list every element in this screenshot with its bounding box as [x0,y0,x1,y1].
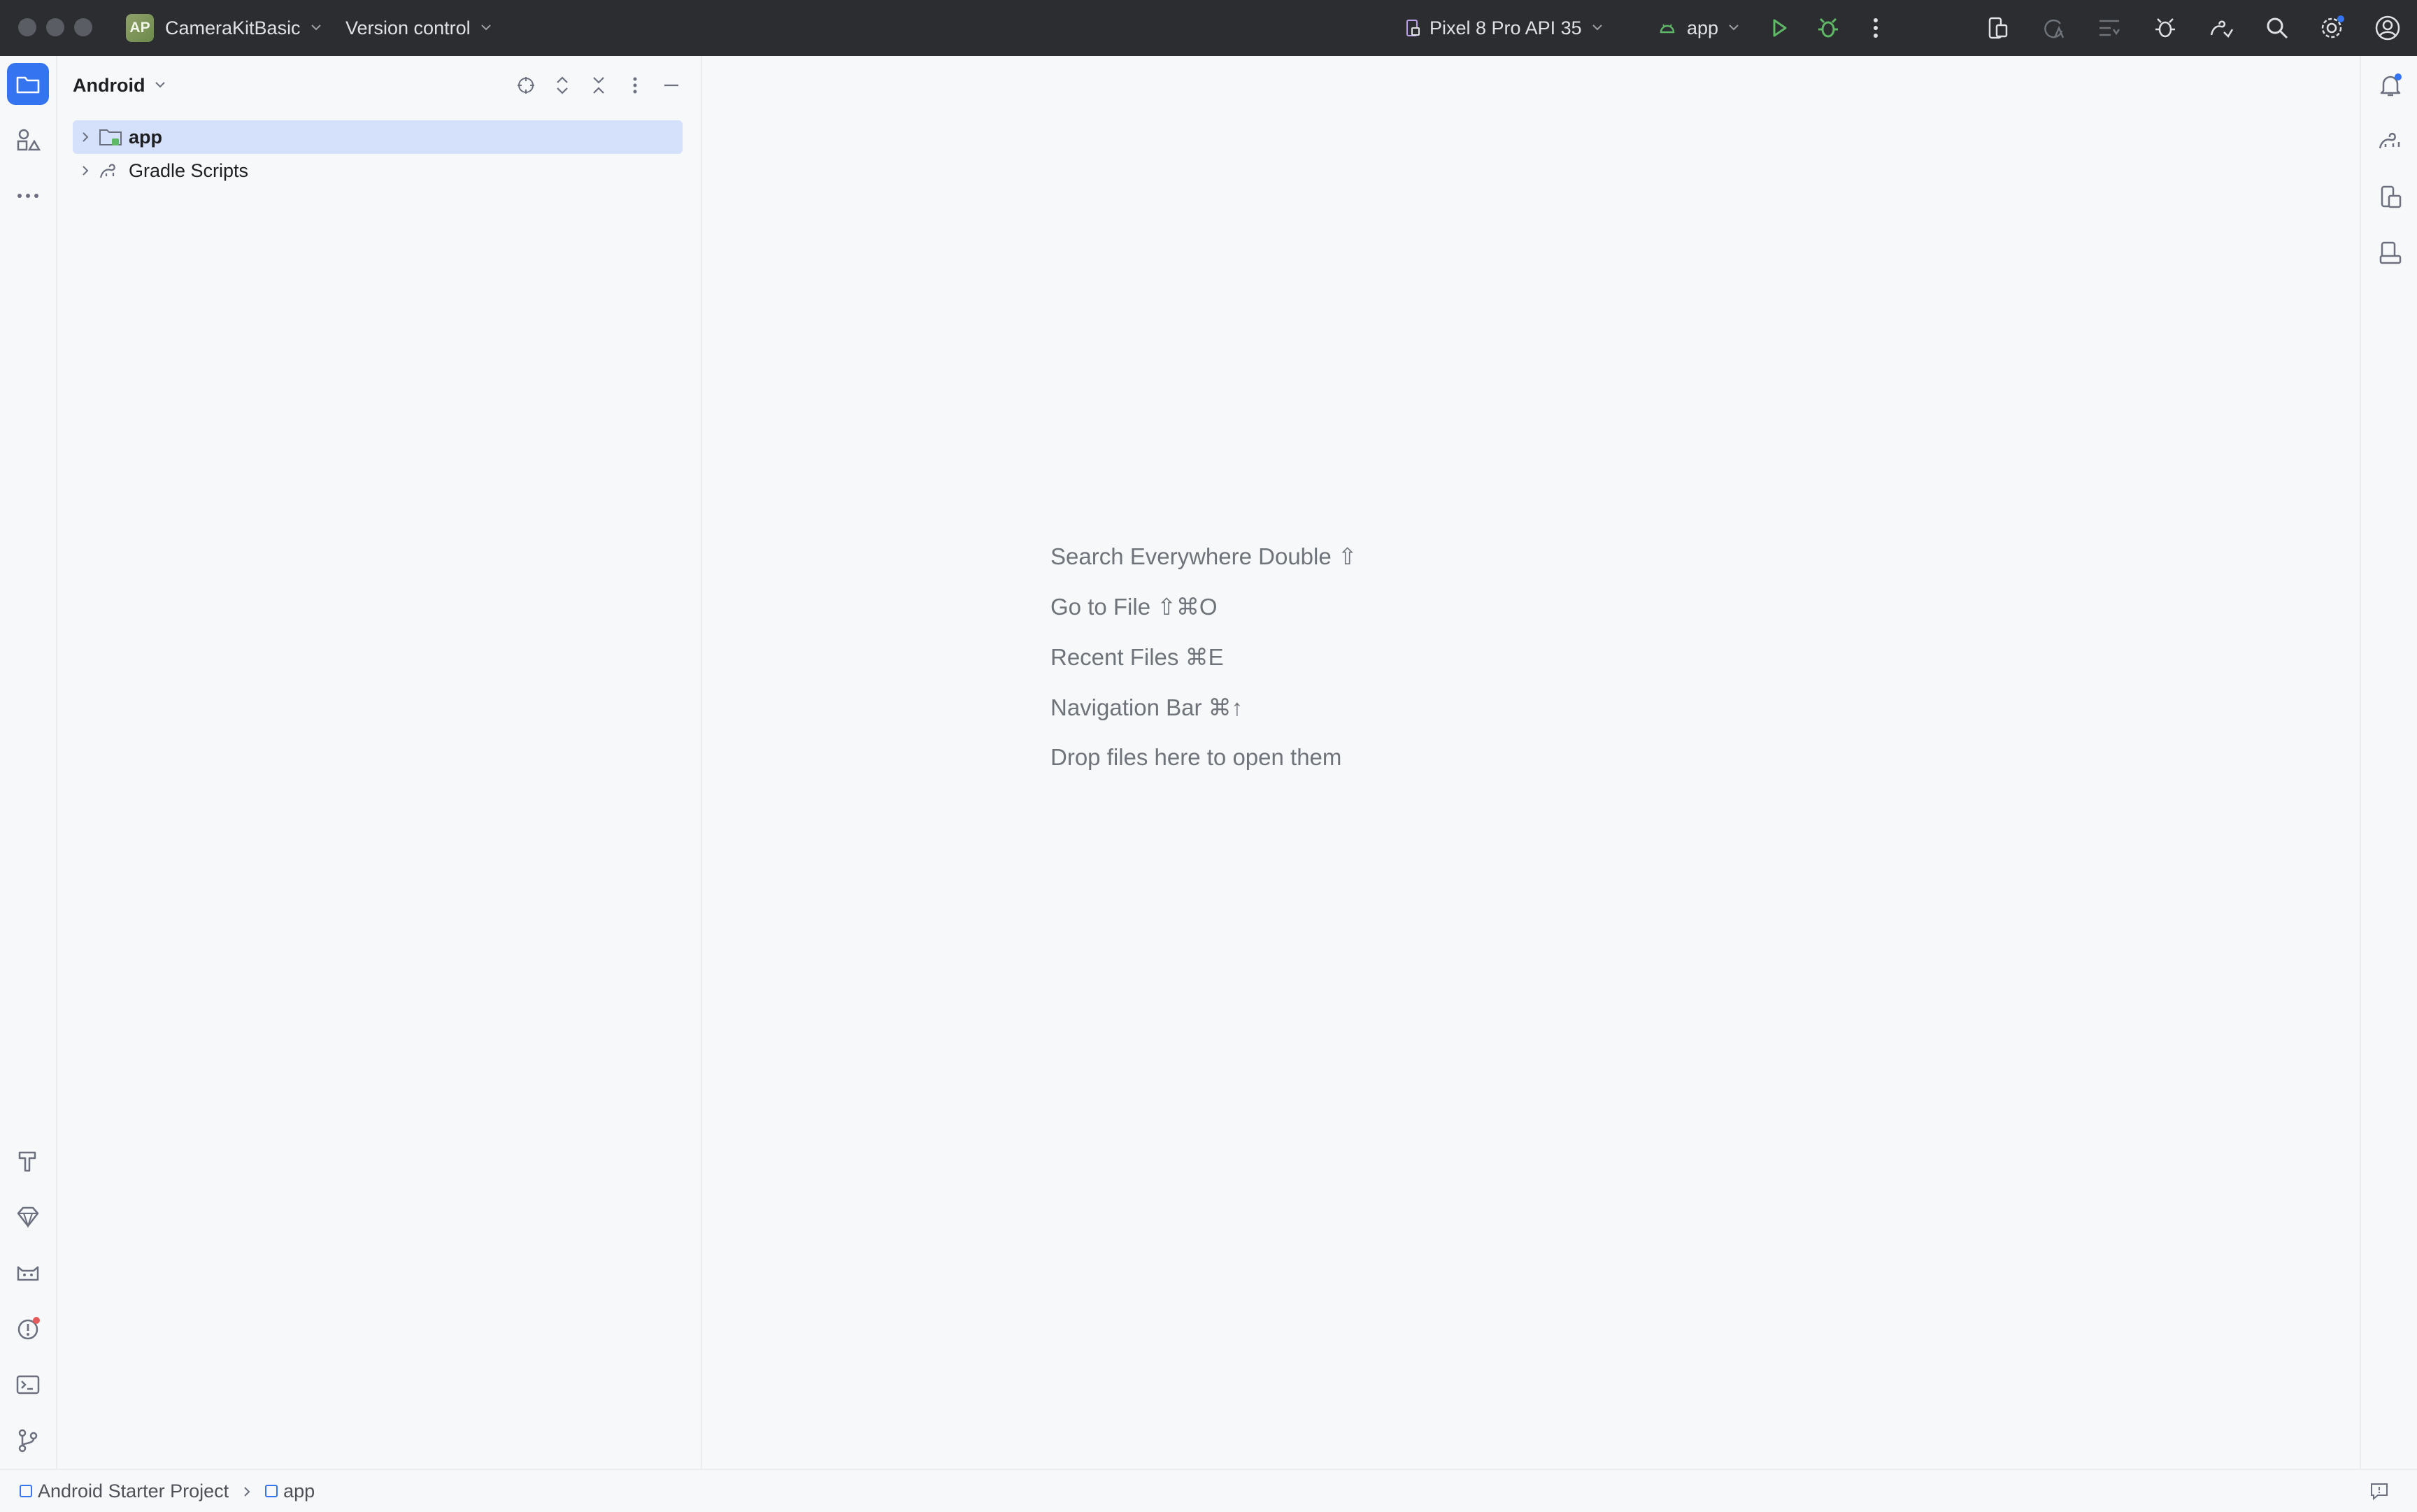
device-manager-icon[interactable] [2372,179,2409,215]
git-tool-button[interactable] [7,1420,49,1462]
run-icon[interactable] [1764,13,1795,43]
breadcrumb-module[interactable]: app [265,1481,315,1502]
close-window-icon[interactable] [18,18,36,36]
device-selector[interactable]: Pixel 8 Pro API 35 [1403,0,1604,56]
project-view-label: Android [73,74,145,96]
hint-go-to-file: Go to File ⇧⌘O [1050,594,1218,620]
logcat-tool-button[interactable] [7,1252,49,1294]
locate-file-icon[interactable] [512,70,540,101]
build-hammer-icon [18,1151,36,1172]
git-branch-icon [18,1429,38,1453]
breadcrumb-project[interactable]: Android Starter Project [20,1481,229,1502]
device-manager-icon[interactable] [1982,13,2013,43]
more-tools-icon [17,194,38,198]
gradle-icon [98,157,126,185]
resource-manager-icon [17,129,41,151]
account-icon[interactable] [2372,13,2403,43]
terminal-icon [16,1375,40,1395]
expand-all-icon[interactable] [548,70,576,101]
gradle-sync-icon[interactable] [2206,13,2237,43]
title-bar: AP CameraKitBasic Version control Pixel … [0,0,2417,56]
chevron-right-icon[interactable] [73,154,98,187]
collapse-all-icon[interactable] [585,70,613,101]
version-control-label: Version control [345,17,471,38]
project-panel: Android app Gradle Scripts [57,56,702,1469]
hint-search-everywhere: Search Everywhere Double ⇧ [1050,543,1357,569]
chevron-right-icon[interactable] [73,120,98,154]
project-tool-button[interactable] [7,63,49,105]
debug-icon[interactable] [1813,13,1844,43]
module-icon [20,1485,32,1497]
problems-tool-button[interactable] [7,1308,49,1350]
tree-item-gradle-scripts[interactable]: Gradle Scripts [73,154,683,187]
problems-icon [17,1317,40,1340]
project-selector[interactable]: AP CameraKitBasic [126,0,323,56]
status-bar: Android Starter Project app [0,1469,2417,1512]
app-inspection-icon[interactable] [2150,13,2181,43]
running-devices-icon[interactable] [2372,235,2409,271]
terminal-tool-button[interactable] [7,1364,49,1406]
notifications-icon[interactable] [2372,67,2409,104]
run-configuration-selector[interactable]: app [1657,0,1741,56]
right-tool-strip [2360,56,2417,1469]
tree-item-app[interactable]: app [73,120,683,154]
resource-manager-button[interactable] [7,119,49,161]
apply-changes-icon[interactable] [2038,13,2069,43]
build-variants-icon[interactable] [2094,13,2125,43]
hide-panel-icon[interactable] [657,70,685,101]
left-tool-strip [0,56,57,1469]
chevron-down-icon [1727,17,1741,39]
chevron-down-icon [479,17,493,39]
logcat-icon [17,1266,39,1281]
breadcrumb-label: Android Starter Project [38,1480,229,1502]
chevron-right-icon [241,1481,252,1502]
chevron-down-icon [1590,17,1604,39]
editor-empty-state: Search Everywhere Double ⇧ Go to File ⇧⌘… [702,56,2360,1469]
settings-icon[interactable] [2316,13,2347,43]
module-icon [265,1485,278,1497]
project-view-selector[interactable]: Android [73,70,167,101]
gem-tool-button[interactable] [7,1196,49,1238]
ide-window: AP CameraKitBasic Version control Pixel … [0,0,2417,1512]
more-actions-icon[interactable] [1860,13,1891,43]
tree-item-label: Gradle Scripts [129,159,249,181]
project-folder-icon [16,76,40,94]
event-log-icon[interactable] [2368,1480,2390,1502]
minimize-window-icon[interactable] [46,18,64,36]
module-folder-icon [98,123,126,151]
gradle-icon[interactable] [2372,123,2409,159]
panel-options-icon[interactable] [621,70,649,101]
chevron-down-icon [153,75,167,97]
version-control-menu[interactable]: Version control [345,0,493,56]
chevron-down-icon [309,17,323,39]
gem-icon [17,1206,39,1229]
zoom-window-icon[interactable] [74,18,92,36]
hint-drop-files: Drop files here to open them [1050,744,1342,770]
android-icon [1657,18,1677,38]
phone-icon [1403,18,1423,38]
more-tool-windows-button[interactable] [7,175,49,217]
tree-item-label: app [129,126,163,148]
device-name: Pixel 8 Pro API 35 [1429,17,1582,38]
hint-recent-files: Recent Files ⌘E [1050,644,1224,670]
search-icon[interactable] [2262,13,2293,43]
hint-navigation-bar: Navigation Bar ⌘↑ [1050,694,1243,720]
run-config-name: app [1687,17,1719,38]
build-tool-button[interactable] [7,1140,49,1182]
project-name: CameraKitBasic [165,17,301,38]
project-badge: AP [126,14,154,42]
breadcrumb-label: app [283,1480,315,1502]
